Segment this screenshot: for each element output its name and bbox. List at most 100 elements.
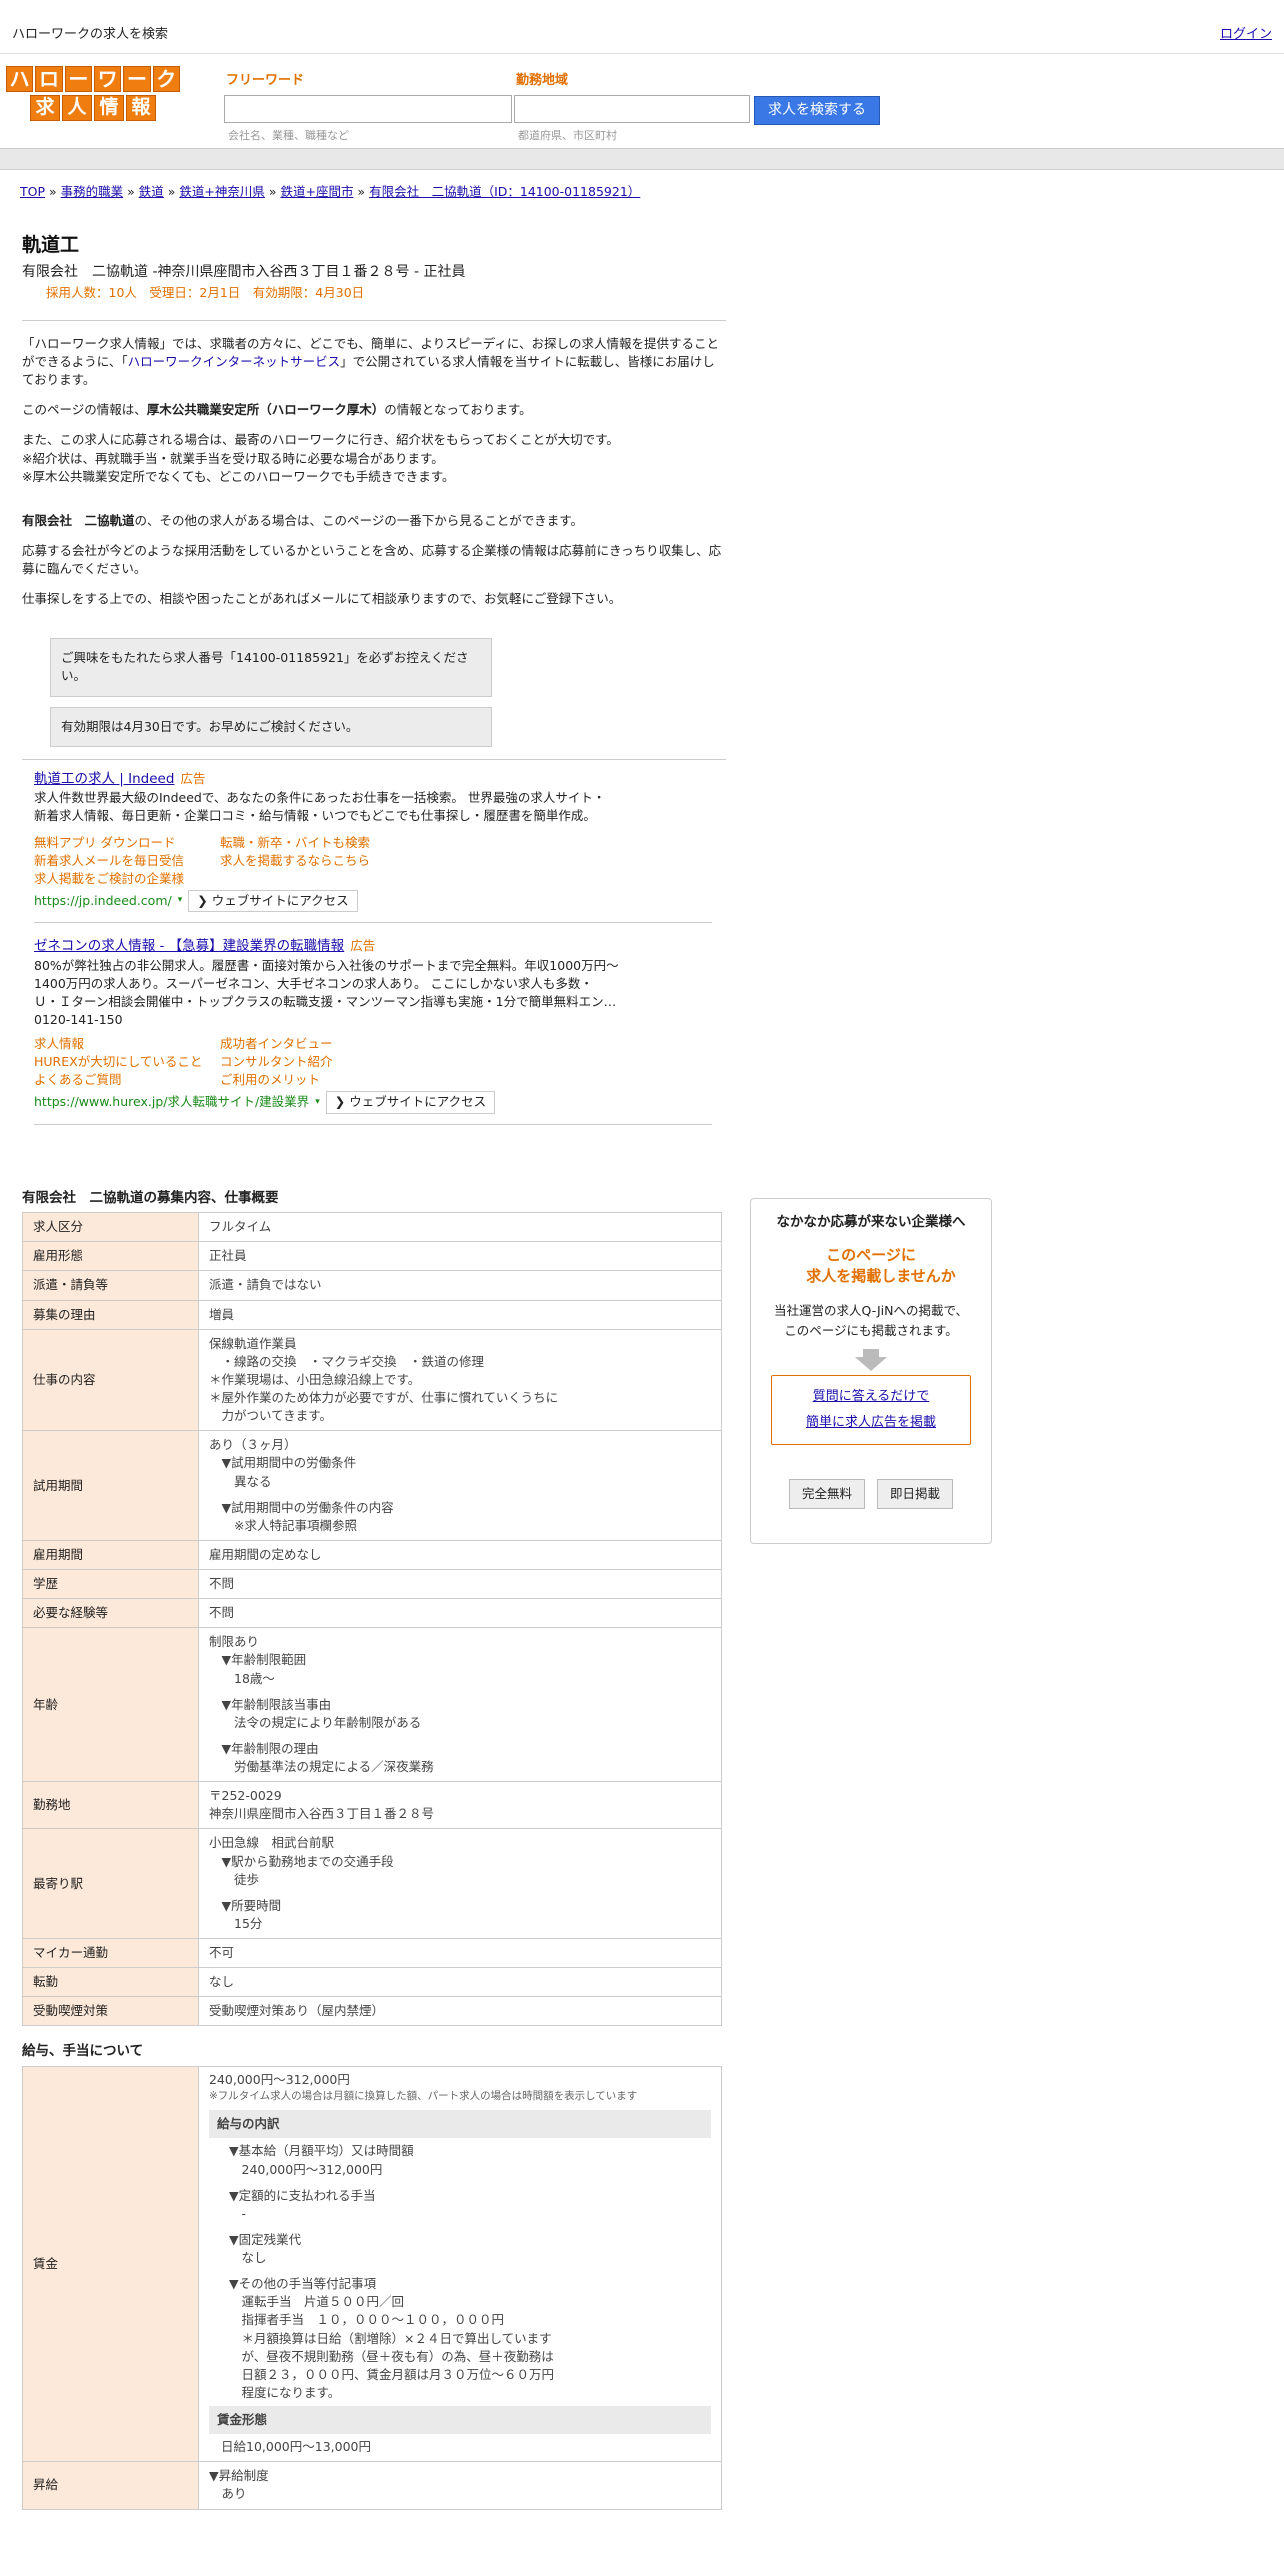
breakdown-line: 指揮者手当 １０，０００〜１００，０００円 xyxy=(229,2312,505,2328)
intro-paragraph-5: 応募する会社が今どのような採用活動をしているかということを含め、応募する企業様の… xyxy=(22,542,722,577)
breakdown-line: ▼定額的に支払われる手当 xyxy=(229,2187,376,2203)
intro-paragraph-4: 有限会社 二協軌道の、その他の求人がある場合は、このページの一番下から見ることが… xyxy=(22,512,726,530)
row-key: 昇給 xyxy=(22,2461,199,2510)
site-title: ハローワークの求人を検索 xyxy=(12,27,169,42)
value-line: 15分 xyxy=(209,1915,263,1931)
breakdown-line xyxy=(229,2179,711,2187)
value-line: なし xyxy=(209,1974,235,1990)
breakdown-line: が、昼夜不規則勤務（昼＋夜も有）の為、昼＋夜勤務は xyxy=(229,2348,554,2364)
search-button[interactable]: 求人を検索する xyxy=(754,96,880,125)
employer-promo-box: なかなか応募が来ない企業様へ このページに 求人を掲載しませんか 当社運営の求人… xyxy=(750,1198,992,1544)
breadcrumb-prefecture[interactable]: 鉄道+神奈川県 xyxy=(179,184,264,199)
same-day-button[interactable]: 即日掲載 xyxy=(877,1478,954,1509)
freeword-input[interactable] xyxy=(224,95,512,123)
value-line: ・線路の交換 ・マクラギ交換 ・鉄道の修理 xyxy=(209,1353,485,1369)
value-line: 受動喫煙対策あり（屋内禁煙） xyxy=(209,2003,385,2019)
row-value: 正社員 xyxy=(198,1241,722,1272)
table-row: 最寄り駅 小田急線 相武台前駅 ▼駅から勤務地までの交通手段 徒歩 ▼所要時間 1… xyxy=(22,1828,722,1940)
row-key: 最寄り駅 xyxy=(22,1828,199,1940)
ad-sitelinks: 求人情報 成功者インタビュー HUREXが大切にしていること コンサルタント紹介… xyxy=(34,1035,712,1089)
job-title: 軌道工 xyxy=(22,234,80,256)
visit-label: ウェブサイトにアクセス xyxy=(211,892,349,908)
intro-text: また、この求人に応募される場合は、最寄のハローワークに行き、紹介状をもらっておく… xyxy=(22,432,619,448)
value-line: 不問 xyxy=(209,1605,235,1621)
login-link[interactable]: ログイン xyxy=(1220,26,1272,45)
intro-text: の、その他の求人がある場合は、このページの一番下から見ることができます。 xyxy=(134,512,584,528)
value-line: 労働基準法の規定による／深夜業務 xyxy=(209,1759,434,1775)
value-line: ▼年齢制限の理由 xyxy=(209,1740,319,1756)
value-line: 力がついてきます。 xyxy=(209,1408,333,1424)
visit-website-button[interactable]: ❯ ウェブサイトにアクセス xyxy=(188,889,358,913)
salary-note: ※フルタイム求人の場合は月額に換算した額、パート求人の場合は時間額を表示していま… xyxy=(209,2090,638,2103)
caret-down-icon[interactable]: ▾ xyxy=(315,1096,320,1109)
ad-url[interactable]: https://www.hurex.jp/求人転職サイト/建設業界 xyxy=(34,1093,309,1111)
table-row: 勤務地 〒252-0029 神奈川県座間市入谷西３丁目１番２８号 xyxy=(22,1781,722,1830)
promo-text: 当社運営の求人Q-JiNへの掲載で、 このページにも掲載されます。 xyxy=(759,1301,983,1341)
ad-sitelink[interactable]: 成功者インタビュー xyxy=(220,1035,520,1053)
row-key: 募集の理由 xyxy=(22,1299,199,1330)
ad-title-link[interactable]: 軌道工の求人 | Indeed xyxy=(34,771,174,787)
value-line: フルタイム xyxy=(209,1219,272,1235)
caret-down-icon[interactable]: ▾ xyxy=(178,894,183,907)
value-line: 不問 xyxy=(209,1576,235,1592)
ad-sitelink[interactable]: 求人情報 xyxy=(34,1035,220,1053)
area-input[interactable] xyxy=(514,95,750,123)
promo-link-post-ad[interactable]: 簡単に求人広告を掲載 xyxy=(806,1415,936,1430)
promo-link-questions[interactable]: 質問に答えるだけで xyxy=(813,1389,930,1404)
area-placeholder: 都道府県、市区町村 xyxy=(518,129,617,142)
logo-char: 情 xyxy=(94,95,124,121)
ad-block-indeed: 軌道工の求人 | Indeed 広告 求人件数世界最大級のIndeedで、あなたの… xyxy=(34,770,712,924)
row-key: 勤務地 xyxy=(22,1781,199,1830)
ad-sitelink[interactable]: HUREXが大切にしていること xyxy=(34,1053,220,1071)
logo-char: ー xyxy=(123,66,151,92)
ad-sitelink[interactable]: 求人掲載をご検討の企業様 xyxy=(34,870,220,888)
chevron-right-icon: ❯ xyxy=(334,1094,346,1110)
breadcrumb-city[interactable]: 鉄道+座間市 xyxy=(280,184,353,199)
ad-sitelink[interactable]: コンサルタント紹介 xyxy=(220,1053,520,1071)
salary-form-heading: 賃金形態 xyxy=(209,2406,711,2435)
promo-catch-line: このページに xyxy=(826,1245,916,1264)
table-row: 受動喫煙対策 受動喫煙対策あり（屋内禁煙） xyxy=(22,1996,722,2027)
salary-table: 賃金 240,000円〜312,000円 ※フルタイム求人の場合は月額に換算した… xyxy=(22,2065,722,2510)
ad-sitelink[interactable]: 転職・新卒・バイトも検索 xyxy=(220,834,520,852)
area-label: 勤務地域 xyxy=(516,73,569,88)
visit-website-button[interactable]: ❯ ウェブサイトにアクセス xyxy=(325,1091,496,1114)
arrow-down-icon xyxy=(855,1356,887,1371)
row-value: あり（３ヶ月） ▼試用期間中の労働条件 異なる ▼試用期間中の労働条件の内容 ※… xyxy=(198,1430,722,1541)
value-line: 法令の規定により年齢制限がある xyxy=(209,1714,422,1730)
ad-url[interactable]: https://jp.indeed.com/ xyxy=(34,892,172,910)
breakdown-line xyxy=(229,2267,711,2275)
breadcrumb-company[interactable]: 有限会社 二協軌道（ID：14100-01185921） xyxy=(369,184,640,199)
breadcrumb-occupation[interactable]: 鉄道 xyxy=(139,184,164,199)
logo-row-bottom: 求人情報 xyxy=(6,95,180,121)
ad-sitelink[interactable]: ご利用のメリット xyxy=(220,1071,520,1089)
value-line: 不可 xyxy=(209,1945,235,1961)
ad-sitelink[interactable]: 無料アプリ ダウンロード xyxy=(34,834,220,852)
free-button[interactable]: 完全無料 xyxy=(788,1478,865,1509)
divider xyxy=(22,319,726,321)
ad-title-link[interactable]: ゼネコンの求人情報 - 【急募】建設業界の転職情報 xyxy=(34,938,344,954)
ad-sitelink[interactable]: 新着求人メールを毎日受信 xyxy=(34,852,220,870)
row-key: 仕事の内容 xyxy=(22,1328,199,1432)
intro-text: ※紹介状は、再就職手当・就業手当を受け取る時に必要な場合があります。 xyxy=(22,450,444,466)
value-line: 徒歩 xyxy=(209,1871,260,1887)
ad-description: 80%が弊社独占の非公開求人。履歴書・面接対策から入社後のサポートまで完全無料。… xyxy=(34,957,619,973)
breakdown-line: ＊月額換算は日給（割増除）×２４日で算出しています xyxy=(229,2330,552,2346)
logo-char: ー xyxy=(64,66,92,92)
table-row: 雇用期間 雇用期間の定めなし xyxy=(22,1539,722,1571)
intro-paragraph-1: 「ハローワーク求人情報」では、求職者の方々に、どこでも、簡単に、よりスピーディに… xyxy=(22,335,726,389)
breadcrumb-top[interactable]: TOP xyxy=(20,184,45,199)
ad-sitelink[interactable]: 求人を掲載するならこちら xyxy=(220,852,520,870)
hellowork-logo[interactable]: ハローワーク 求人情報 xyxy=(6,66,180,124)
ad-sitelink[interactable]: よくあるご質問 xyxy=(34,1071,220,1089)
value-line: 神奈川県座間市入谷西３丁目１番２８号 xyxy=(209,1806,435,1822)
row-key: 試用期間 xyxy=(22,1430,199,1541)
salary-range: 240,000円〜312,000円 xyxy=(209,2071,350,2087)
breadcrumb-category[interactable]: 事務的職業 xyxy=(61,184,124,199)
value-line: 異なる xyxy=(209,1473,272,1489)
hellowork-internet-service-link[interactable]: ハローワークインターネットサービス xyxy=(128,354,341,369)
ad-description: 1400万円の求人あり。スーパーゼネコン、大手ゼネコンの求人あり。 ここにしかな… xyxy=(34,975,593,991)
ad-block-hurex: ゼネコンの求人情報 - 【急募】建設業界の転職情報 広告 80%が弊社独占の非公開… xyxy=(34,937,712,1125)
divider xyxy=(22,758,726,760)
value-line: 18歳〜 xyxy=(209,1670,275,1686)
